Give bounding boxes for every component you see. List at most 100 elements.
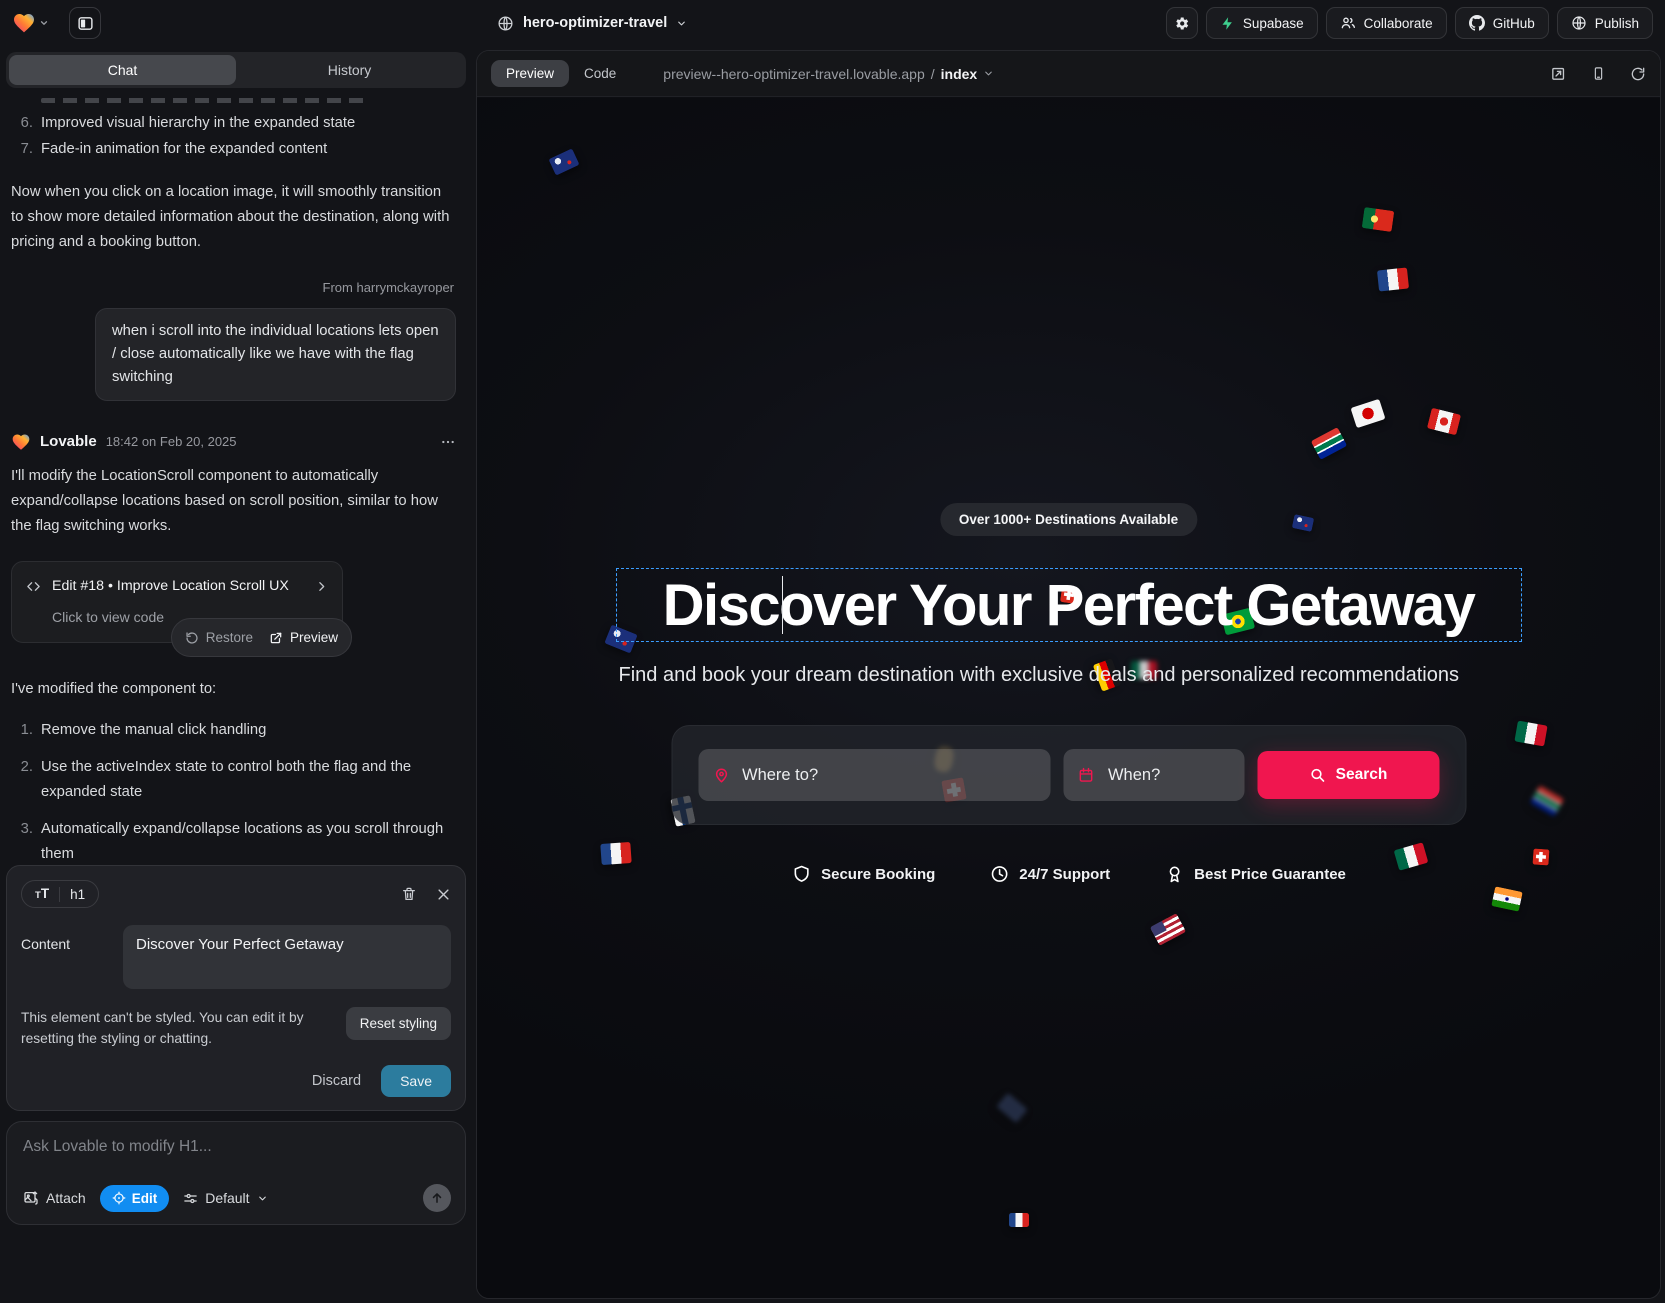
lovable-logo-menu[interactable] — [12, 11, 49, 35]
award-icon — [1164, 864, 1184, 884]
chat-sidebar: Chat History 6. Improved visual hierarch… — [0, 46, 472, 1303]
message-more-menu[interactable] — [440, 434, 456, 450]
typography-icon: TT — [35, 886, 49, 902]
flag-mexico-icon — [1394, 842, 1429, 870]
restore-icon — [185, 631, 199, 645]
message-author-label: From harrymckayroper — [11, 275, 454, 300]
preview-url[interactable]: preview--hero-optimizer-travel.lovable.a… — [663, 66, 994, 82]
shield-icon — [791, 864, 811, 884]
h1-selection-outline[interactable]: Discover Your Perfect Getaway — [616, 568, 1522, 642]
tab-preview[interactable]: Preview — [491, 60, 569, 87]
mobile-view-button[interactable] — [1591, 65, 1606, 82]
lovable-heart-icon — [12, 11, 36, 35]
list-number: 3. — [11, 817, 33, 859]
website-viewport[interactable]: Over 1000+ Destinations Available Discov… — [477, 98, 1660, 1298]
edit-label: Edit — [132, 1191, 158, 1206]
search-icon — [1310, 767, 1326, 783]
styling-note: This element can't be styled. You can ed… — [21, 1007, 326, 1049]
list-text: Remove the manual click handling — [41, 718, 266, 743]
assistant-message-header: Lovable 18:42 on Feb 20, 2025 — [11, 429, 456, 454]
url-page: index — [941, 66, 978, 82]
content-textarea[interactable]: Discover Your Perfect Getaway — [123, 925, 451, 989]
list-number: 1. — [11, 718, 33, 743]
publish-button[interactable]: Publish — [1557, 7, 1653, 39]
preview-label: Preview — [290, 625, 338, 650]
clock-icon — [989, 864, 1009, 884]
edit-mode-button[interactable]: Edit — [100, 1185, 170, 1212]
toggle-sidebar-button[interactable] — [69, 7, 101, 39]
list-text: Automatically expand/collapse locations … — [41, 817, 456, 859]
where-input-box[interactable] — [698, 749, 1051, 801]
list-number: 7. — [11, 137, 33, 162]
list-text: Fade-in animation for the expanded conte… — [41, 137, 327, 162]
github-icon — [1469, 15, 1485, 31]
project-switcher[interactable]: hero-optimizer-travel — [497, 0, 687, 46]
flag-australia-icon — [548, 148, 579, 175]
element-tag-pill[interactable]: TT h1 — [21, 880, 99, 908]
preview-button[interactable]: Preview — [269, 625, 338, 650]
calendar-icon — [1078, 767, 1095, 784]
discard-button[interactable]: Discard — [312, 1073, 361, 1089]
search-card: Search — [671, 725, 1466, 825]
external-link-icon — [269, 631, 283, 645]
github-button[interactable]: GitHub — [1455, 7, 1549, 39]
supabase-button[interactable]: Supabase — [1206, 7, 1318, 39]
settings-button[interactable] — [1166, 7, 1198, 39]
save-button[interactable]: Save — [381, 1065, 451, 1097]
feature-secure-booking: Secure Booking — [791, 864, 935, 884]
attach-image-icon — [23, 1190, 39, 1206]
tab-chat[interactable]: Chat — [9, 55, 236, 85]
edit-version-card[interactable]: Edit #18 • Improve Location Scroll UX Cl… — [11, 561, 343, 643]
preview-toolbar: Preview Code preview--hero-optimizer-tra… — [477, 51, 1660, 97]
panel-left-icon — [77, 15, 94, 32]
code-icon — [25, 579, 42, 594]
flag-south-africa-icon — [1311, 427, 1347, 460]
gear-icon — [1173, 15, 1190, 32]
flag-france-icon — [1009, 1213, 1029, 1227]
edit-card-title: Edit #18 • Improve Location Scroll UX — [52, 574, 305, 599]
restore-button[interactable]: Restore — [185, 625, 253, 650]
delete-element-button[interactable] — [401, 886, 417, 902]
flag-india-icon — [1491, 886, 1523, 911]
flag-navy-icon — [996, 1093, 1027, 1124]
globe-icon — [497, 15, 514, 32]
url-separator: / — [931, 66, 935, 82]
supabase-bolt-icon — [1220, 16, 1235, 31]
message-timestamp: 18:42 on Feb 20, 2025 — [106, 429, 237, 454]
chat-mode-select[interactable]: Default — [183, 1190, 267, 1206]
feature-price-guarantee: Best Price Guarantee — [1164, 864, 1346, 884]
hero-title[interactable]: Discover Your Perfect Getaway — [663, 572, 1475, 639]
collaborate-label: Collaborate — [1364, 16, 1433, 31]
hero-subtitle: Find and book your dream destination wit… — [619, 664, 1519, 687]
github-label: GitHub — [1493, 16, 1535, 31]
flag-portugal-icon — [1362, 207, 1395, 232]
refresh-button[interactable] — [1630, 66, 1646, 82]
chevron-down-icon — [39, 18, 49, 28]
flag-france-icon — [1377, 267, 1409, 291]
close-panel-button[interactable] — [436, 887, 451, 902]
clipped-text-line — [41, 98, 371, 103]
text-cursor — [782, 576, 784, 634]
send-button[interactable] — [423, 1184, 451, 1212]
arrow-up-icon — [430, 1191, 444, 1205]
search-label: Search — [1336, 766, 1388, 784]
list-item: 1. Remove the manual click handling — [11, 718, 456, 743]
chevron-down-icon — [676, 18, 687, 29]
open-in-new-window-button[interactable] — [1550, 65, 1567, 82]
element-tag-label: h1 — [70, 887, 85, 902]
when-input-box[interactable] — [1064, 749, 1245, 801]
attach-button[interactable]: Attach — [23, 1190, 86, 1206]
search-button[interactable]: Search — [1258, 751, 1439, 799]
reset-styling-button[interactable]: Reset styling — [346, 1007, 451, 1040]
divider — [59, 887, 60, 902]
composer-input[interactable] — [23, 1138, 451, 1156]
collaborate-button[interactable]: Collaborate — [1326, 7, 1447, 39]
tab-history[interactable]: History — [236, 55, 463, 85]
chat-scroll-area[interactable]: 6. Improved visual hierarchy in the expa… — [0, 92, 472, 859]
where-input[interactable] — [698, 749, 1051, 801]
list-text: Improved visual hierarchy in the expande… — [41, 111, 355, 136]
list-item: 7. Fade-in animation for the expanded co… — [11, 137, 456, 162]
feature-label: Secure Booking — [821, 866, 935, 883]
tab-code[interactable]: Code — [569, 60, 631, 87]
flag-canada-icon — [1427, 408, 1461, 436]
